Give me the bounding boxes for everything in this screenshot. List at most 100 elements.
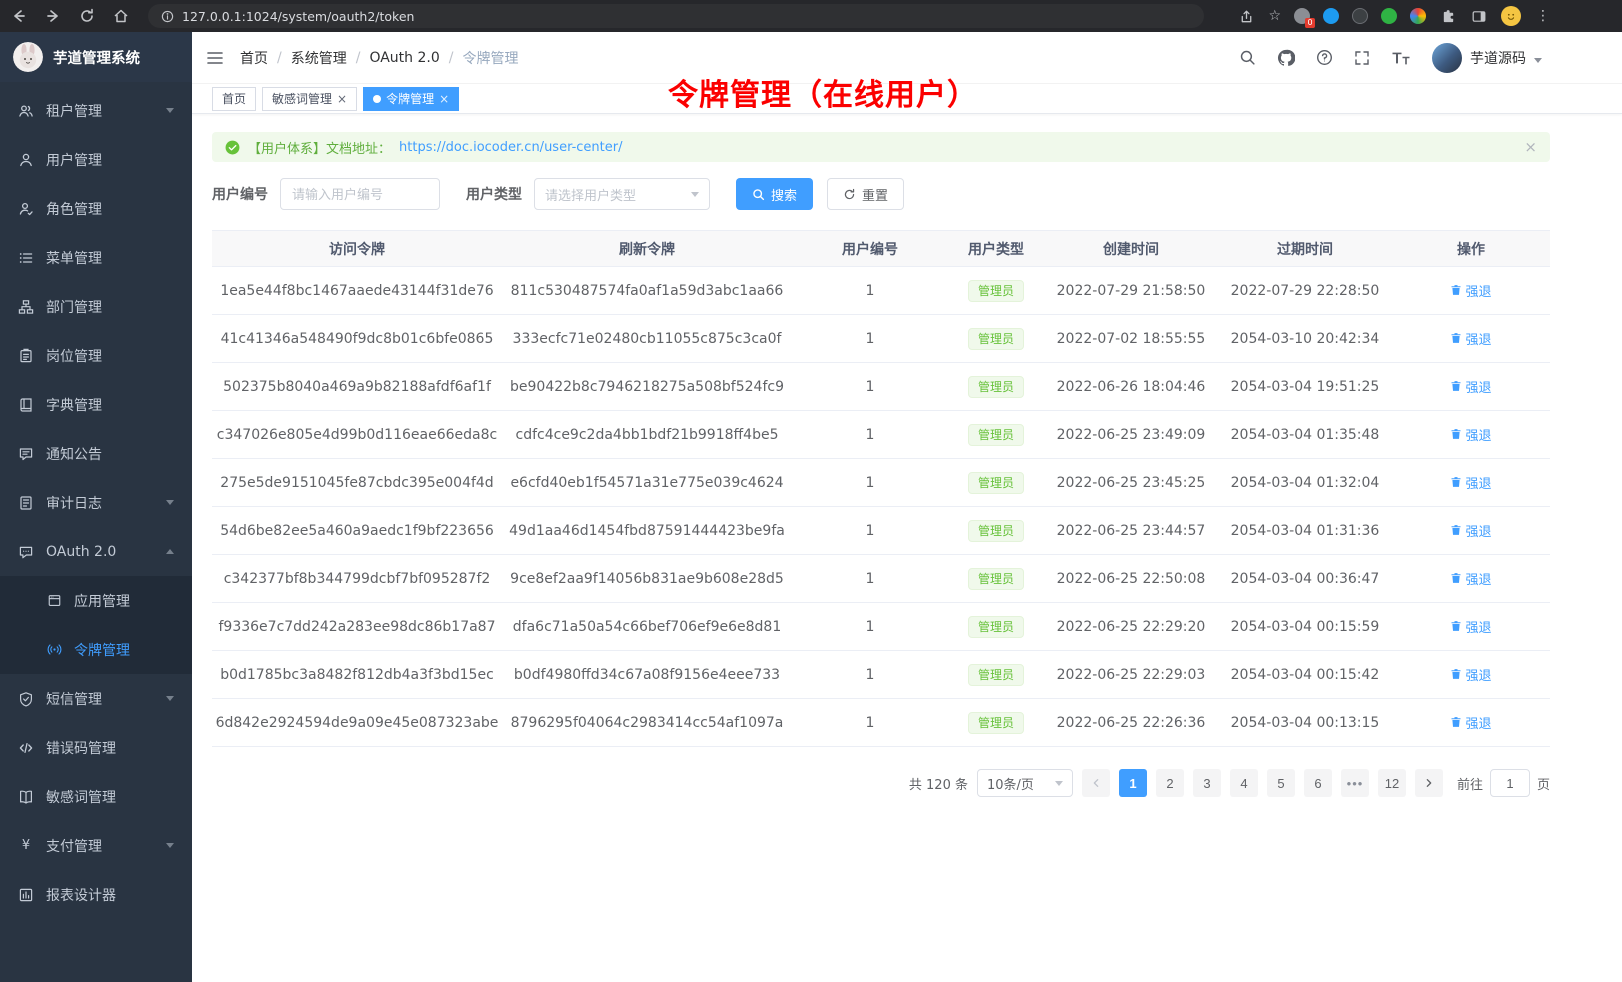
browser-menu-icon[interactable]: ⋮ xyxy=(1534,7,1552,25)
breadcrumb-separator: / xyxy=(277,50,282,66)
breadcrumb-system[interactable]: 系统管理 xyxy=(291,48,347,68)
user-type-select[interactable]: 请选择用户类型 xyxy=(534,178,710,210)
page-ellipsis[interactable]: ••• xyxy=(1341,769,1369,797)
prev-page-button[interactable] xyxy=(1082,769,1110,797)
extension-green-icon[interactable] xyxy=(1381,8,1397,24)
page-button-2[interactable]: 2 xyxy=(1156,769,1184,797)
browser-profile-avatar[interactable] xyxy=(1501,6,1521,26)
browser-chrome: 127.0.0.1:1024/system/oauth2/token ☆ 0 xyxy=(0,0,1622,32)
app-logo[interactable]: 芋道管理系统 xyxy=(0,32,192,82)
force-logout-button[interactable]: 强退 xyxy=(1450,665,1491,684)
next-page-button[interactable] xyxy=(1415,769,1443,797)
pay-icon: ¥ xyxy=(18,838,34,854)
bookmark-star-icon[interactable]: ☆ xyxy=(1268,8,1281,24)
alert-close-icon[interactable]: × xyxy=(1524,138,1537,156)
user-type-cell: 管理员 xyxy=(948,507,1044,555)
back-icon[interactable] xyxy=(10,7,28,25)
help-icon[interactable] xyxy=(1316,49,1333,66)
breadcrumb-oauth[interactable]: OAuth 2.0 xyxy=(369,50,439,66)
reload-icon[interactable] xyxy=(78,7,96,25)
user-id-label: 用户编号 xyxy=(212,184,268,204)
page-button-6[interactable]: 6 xyxy=(1304,769,1332,797)
sidebar-item-tenant[interactable]: 租户管理 xyxy=(0,86,192,135)
sidebar-item-report-designer[interactable]: 报表设计器 xyxy=(0,870,192,919)
home-icon[interactable] xyxy=(112,7,130,25)
force-logout-button[interactable]: 强退 xyxy=(1450,473,1491,492)
refresh-token-cell: 811c530487574fa0af1a59d3abc1aa66 xyxy=(502,267,792,315)
trash-icon xyxy=(1450,668,1462,680)
sidebar-item-label: 令牌管理 xyxy=(74,640,130,660)
force-logout-button[interactable]: 强退 xyxy=(1450,281,1491,300)
expires-at-cell: 2054-03-04 01:31:36 xyxy=(1218,507,1392,555)
sidebar-item-user[interactable]: 用户管理 xyxy=(0,135,192,184)
user-type-label: 用户类型 xyxy=(466,184,522,204)
site-info-icon[interactable] xyxy=(160,9,174,23)
address-bar[interactable]: 127.0.0.1:1024/system/oauth2/token xyxy=(148,4,1204,28)
expires-at-cell: 2054-03-10 20:42:34 xyxy=(1218,315,1392,363)
share-icon[interactable] xyxy=(1237,7,1255,25)
force-logout-button[interactable]: 强退 xyxy=(1450,425,1491,444)
sidebar-item-role[interactable]: 角色管理 xyxy=(0,184,192,233)
sidebar-item-pay[interactable]: ¥ 支付管理 xyxy=(0,821,192,870)
user-id-input[interactable] xyxy=(280,178,440,210)
tab-home[interactable]: 首页 xyxy=(212,87,256,111)
column-user-id: 用户编号 xyxy=(792,231,948,267)
user-type-badge: 管理员 xyxy=(968,664,1024,686)
page-button-5[interactable]: 5 xyxy=(1267,769,1295,797)
column-user-type: 用户类型 xyxy=(948,231,1044,267)
sidebar-item-error-code[interactable]: 错误码管理 xyxy=(0,723,192,772)
fullscreen-icon[interactable] xyxy=(1354,50,1370,66)
github-icon[interactable] xyxy=(1277,49,1295,67)
doc-link[interactable]: https://doc.iocoder.cn/user-center/ xyxy=(399,140,622,155)
force-logout-button[interactable]: 强退 xyxy=(1450,617,1491,636)
force-logout-button[interactable]: 强退 xyxy=(1450,521,1491,540)
sidebar-item-sensitive-word[interactable]: 敏感词管理 xyxy=(0,772,192,821)
table-row: 41c41346a548490f9dc8b01c6bfe0865 333ecfc… xyxy=(212,315,1550,363)
sidebar-item-menu[interactable]: 菜单管理 xyxy=(0,233,192,282)
page-size-select[interactable]: 10条/页 xyxy=(977,769,1073,797)
topbar: 首页 / 系统管理 / OAuth 2.0 / 令牌管理 xyxy=(192,32,1622,84)
sidebar-item-audit-log[interactable]: 审计日志 xyxy=(0,478,192,527)
force-logout-button[interactable]: 强退 xyxy=(1450,713,1491,732)
sidebar-item-oauth-token[interactable]: 令牌管理 xyxy=(0,625,192,674)
font-size-icon[interactable] xyxy=(1391,50,1411,66)
extensions-puzzle-icon[interactable] xyxy=(1439,7,1457,25)
doc-alert: 【用户体系】文档地址： https://doc.iocoder.cn/user-… xyxy=(212,132,1550,162)
reset-button[interactable]: 重置 xyxy=(827,178,904,210)
force-logout-button[interactable]: 强退 xyxy=(1450,329,1491,348)
forward-icon[interactable] xyxy=(44,7,62,25)
extension-blue-icon[interactable] xyxy=(1323,8,1339,24)
side-panel-icon[interactable] xyxy=(1470,7,1488,25)
page-button-4[interactable]: 4 xyxy=(1230,769,1258,797)
page-button-3[interactable]: 3 xyxy=(1193,769,1221,797)
sidebar-item-oauth[interactable]: OAuth 2.0 xyxy=(0,527,192,576)
refresh-token-cell: be90422b8c7946218275a508bf524fc9 xyxy=(502,363,792,411)
sidebar-item-dept[interactable]: 部门管理 xyxy=(0,282,192,331)
extension-download-icon[interactable]: 0 xyxy=(1294,8,1310,24)
close-icon[interactable]: × xyxy=(337,93,347,105)
sidebar-item-post[interactable]: 岗位管理 xyxy=(0,331,192,380)
tab-sensitive-word[interactable]: 敏感词管理 × xyxy=(262,87,357,111)
access-token-cell: f9336e7c7dd242a283ee98dc86b17a87 xyxy=(212,603,502,651)
extension-dark-icon[interactable] xyxy=(1352,8,1368,24)
force-logout-button[interactable]: 强退 xyxy=(1450,377,1491,396)
extension-pinwheel-icon[interactable] xyxy=(1410,8,1426,24)
breadcrumb-home[interactable]: 首页 xyxy=(240,48,268,68)
search-icon[interactable] xyxy=(1239,49,1256,66)
tab-token[interactable]: 令牌管理 × xyxy=(363,87,459,111)
page-button-12[interactable]: 12 xyxy=(1378,769,1406,797)
sidebar-item-label: 支付管理 xyxy=(46,836,102,856)
sidebar-item-notice[interactable]: 通知公告 xyxy=(0,429,192,478)
sidebar-item-dict[interactable]: 字典管理 xyxy=(0,380,192,429)
goto-page-input[interactable] xyxy=(1490,769,1530,797)
sidebar-collapse-icon[interactable] xyxy=(206,50,224,66)
force-logout-button[interactable]: 强退 xyxy=(1450,569,1491,588)
user-type-cell: 管理员 xyxy=(948,363,1044,411)
sidebar-item-oauth-app[interactable]: 应用管理 xyxy=(0,576,192,625)
page-button-1[interactable]: 1 xyxy=(1119,769,1147,797)
search-button[interactable]: 搜索 xyxy=(736,178,813,210)
sidebar-item-label: 部门管理 xyxy=(46,297,102,317)
close-icon[interactable]: × xyxy=(439,93,449,105)
user-menu[interactable]: 芋道源码 xyxy=(1432,43,1542,73)
sidebar-item-sms[interactable]: 短信管理 xyxy=(0,674,192,723)
